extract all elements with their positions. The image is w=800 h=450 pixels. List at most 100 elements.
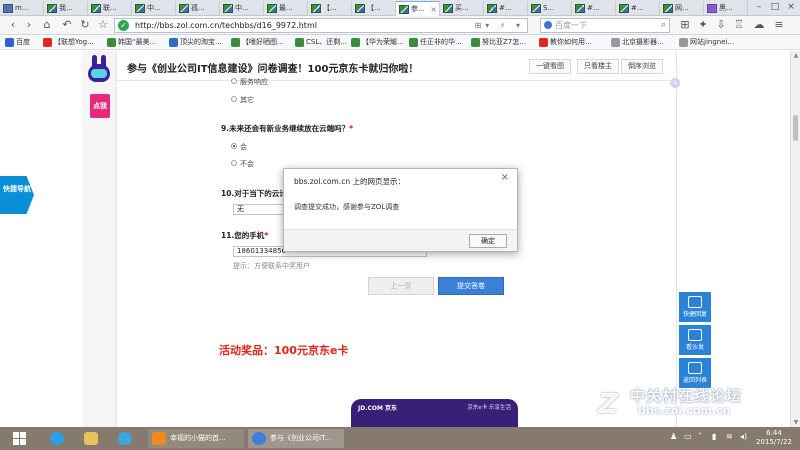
prize-heading: 活动奖品：100元京东e卡 (219, 344, 349, 357)
refresh-icon[interactable]: ↻ (78, 18, 92, 32)
toolbar-cloud-icon[interactable]: ☁ (752, 18, 766, 32)
tab-15[interactable]: 网... (660, 1, 704, 16)
bookmark-item[interactable]: 【华为荣耀... (350, 36, 404, 49)
toolbar-puzzle-icon[interactable]: ✦ (696, 18, 710, 32)
browser-icon (252, 432, 266, 445)
bookmark-item[interactable]: 【联想Yog... (42, 36, 94, 49)
tray-network-icon[interactable]: ▮ (712, 432, 716, 441)
tab-16[interactable]: 黑... (704, 1, 748, 16)
tray-battery-icon[interactable]: ▭ (684, 432, 692, 441)
quick-reply-button[interactable]: 快捷回复 (679, 292, 711, 322)
bookmark-item[interactable]: CSL、还剩... (294, 36, 347, 49)
tray-user-icon[interactable]: ♟ (670, 432, 677, 441)
star-icon[interactable]: ☆ (96, 18, 110, 32)
tray-volume-icon[interactable]: ◂) (740, 432, 747, 441)
vertical-scrollbar[interactable]: ▲ ▼ (790, 51, 800, 427)
sofa-icon (688, 329, 702, 341)
prev-page-button[interactable]: 上一页 (368, 277, 434, 295)
system-clock[interactable]: 6:44 2015/7/22 (752, 429, 796, 447)
q9-option-no[interactable]: 不会 (231, 159, 254, 169)
click-me-button[interactable]: 点我 (90, 94, 110, 118)
bookmark-item[interactable]: 网站jingnei... (678, 36, 734, 49)
checkbox-icon[interactable] (231, 78, 237, 84)
undo-icon[interactable]: ↶ (60, 18, 74, 32)
address-bar[interactable]: ✓ http://bbs.zol.com.cn/techbbs/d16_9972… (114, 18, 528, 33)
q8-option[interactable]: 其它 (231, 95, 254, 105)
taskbar-app-browser-1[interactable]: 幸福的小猫的首... (148, 429, 244, 448)
cloud-logo-icon (118, 432, 132, 445)
tab-7[interactable]: 【... (308, 1, 352, 16)
close-window-icon[interactable]: × (784, 1, 798, 14)
q9-option-yes[interactable]: 会 (231, 142, 247, 152)
tab-9-active[interactable]: 参... × (396, 1, 440, 16)
tab-4[interactable]: 孤... (176, 1, 220, 16)
explorer-icon[interactable] (80, 429, 110, 448)
tab-5[interactable]: 中... (220, 1, 264, 16)
view-sofa-button[interactable]: 看沙发 (679, 325, 711, 355)
bookmark-item[interactable]: 百度 (4, 36, 30, 49)
only-op-button[interactable]: 只看楼主 (577, 59, 619, 74)
reverse-order-button[interactable]: 倒序浏览 (621, 59, 663, 74)
tray-chevron-icon[interactable]: ˄ (698, 432, 702, 441)
search-icon[interactable]: ⌕ (661, 19, 666, 32)
bookmark-item[interactable]: 任正非的华... (408, 36, 462, 49)
tray-wifi-icon[interactable]: ≋ (726, 432, 733, 441)
tab-3[interactable]: 中... (132, 1, 176, 16)
ok-button[interactable]: 确定 (469, 234, 507, 248)
bookmark-item[interactable]: 【嗜好晒图... (230, 36, 284, 49)
start-button[interactable] (5, 427, 35, 450)
maximize-icon[interactable]: □ (768, 1, 782, 14)
bookmark-item[interactable]: 北京摄影器... (610, 36, 664, 49)
tab-close-icon[interactable]: × (430, 2, 437, 16)
survey-form: 服务响应 其它 9.未来还会有新业务继续放在云端吗？* 会 不会 10.对于当下… (117, 78, 676, 427)
tab-10[interactable]: 买... (440, 1, 484, 16)
tab-12[interactable]: S... (528, 1, 572, 16)
toolbar-download-icon[interactable]: ⇩ (714, 18, 728, 32)
forward-icon[interactable]: › (22, 18, 36, 32)
tab-favicon-icon (223, 4, 233, 13)
tab-favicon-icon (267, 4, 277, 13)
scroll-up-icon[interactable]: ▲ (792, 52, 800, 59)
bookmark-item[interactable]: 韩国“最美... (106, 36, 156, 49)
radio-icon[interactable] (231, 160, 237, 166)
taskbar-app-browser-2[interactable]: 参与《创业公司IT... (248, 429, 344, 448)
jd-card-slogan: 京东e卡 乐享生活 (467, 405, 511, 411)
bookmark-item[interactable]: 努比亚Z7怎... (470, 36, 526, 49)
tab-2[interactable]: 联... (88, 1, 132, 16)
toolbar-grid-icon[interactable]: ⊞ (678, 18, 692, 32)
mascot-face (91, 69, 107, 78)
bookmark-item[interactable]: 顶尖的淘宝... (168, 36, 222, 49)
checkbox-icon[interactable] (231, 96, 237, 102)
tab-8[interactable]: 【... (352, 1, 396, 16)
search-input[interactable]: 百度一下 ⌕ (540, 18, 670, 33)
scroll-thumb[interactable] (793, 115, 798, 141)
question-9: 9.未来还会有新业务继续放在云端吗？* (221, 124, 354, 133)
submit-survey-button[interactable]: 提交答卷 (438, 277, 504, 295)
q8-option[interactable]: 服务响应 (231, 77, 268, 87)
bookmark-favicon-icon (43, 38, 52, 47)
windows-logo-icon (20, 439, 26, 445)
question-10: 10.对于当下的云计 (221, 189, 287, 198)
bookmark-favicon-icon (409, 38, 418, 47)
view-images-button[interactable]: 一键看图 (529, 59, 571, 74)
bookmark-favicon-icon (611, 38, 620, 47)
home-icon[interactable]: ⌂ (40, 18, 54, 32)
menu-icon[interactable]: ≡ (772, 18, 786, 32)
tab-0[interactable]: m... (0, 1, 44, 16)
back-to-list-button[interactable]: 返回列表 (679, 358, 711, 388)
toolbar-shirt-icon[interactable]: ♖ (732, 18, 746, 32)
bookmark-item[interactable]: 教你如何用... (538, 36, 592, 49)
minimize-icon[interactable]: – (752, 1, 766, 14)
tab-13[interactable]: #... (572, 1, 616, 16)
tab-1[interactable]: 我... (44, 1, 88, 16)
ie-icon[interactable] (46, 429, 76, 448)
cloud-app-icon[interactable] (114, 429, 144, 448)
scroll-down-icon[interactable]: ▼ (792, 419, 800, 426)
address-bar-tools-icon[interactable]: ⊞▾ ⚡ ▾ (475, 19, 524, 32)
back-icon[interactable]: ‹ (6, 18, 20, 32)
tab-14[interactable]: #... (616, 1, 660, 16)
radio-selected-icon[interactable] (231, 143, 237, 149)
tab-6[interactable]: 最... (264, 1, 308, 16)
close-icon[interactable]: × (501, 172, 509, 183)
tab-11[interactable]: #... (484, 1, 528, 16)
